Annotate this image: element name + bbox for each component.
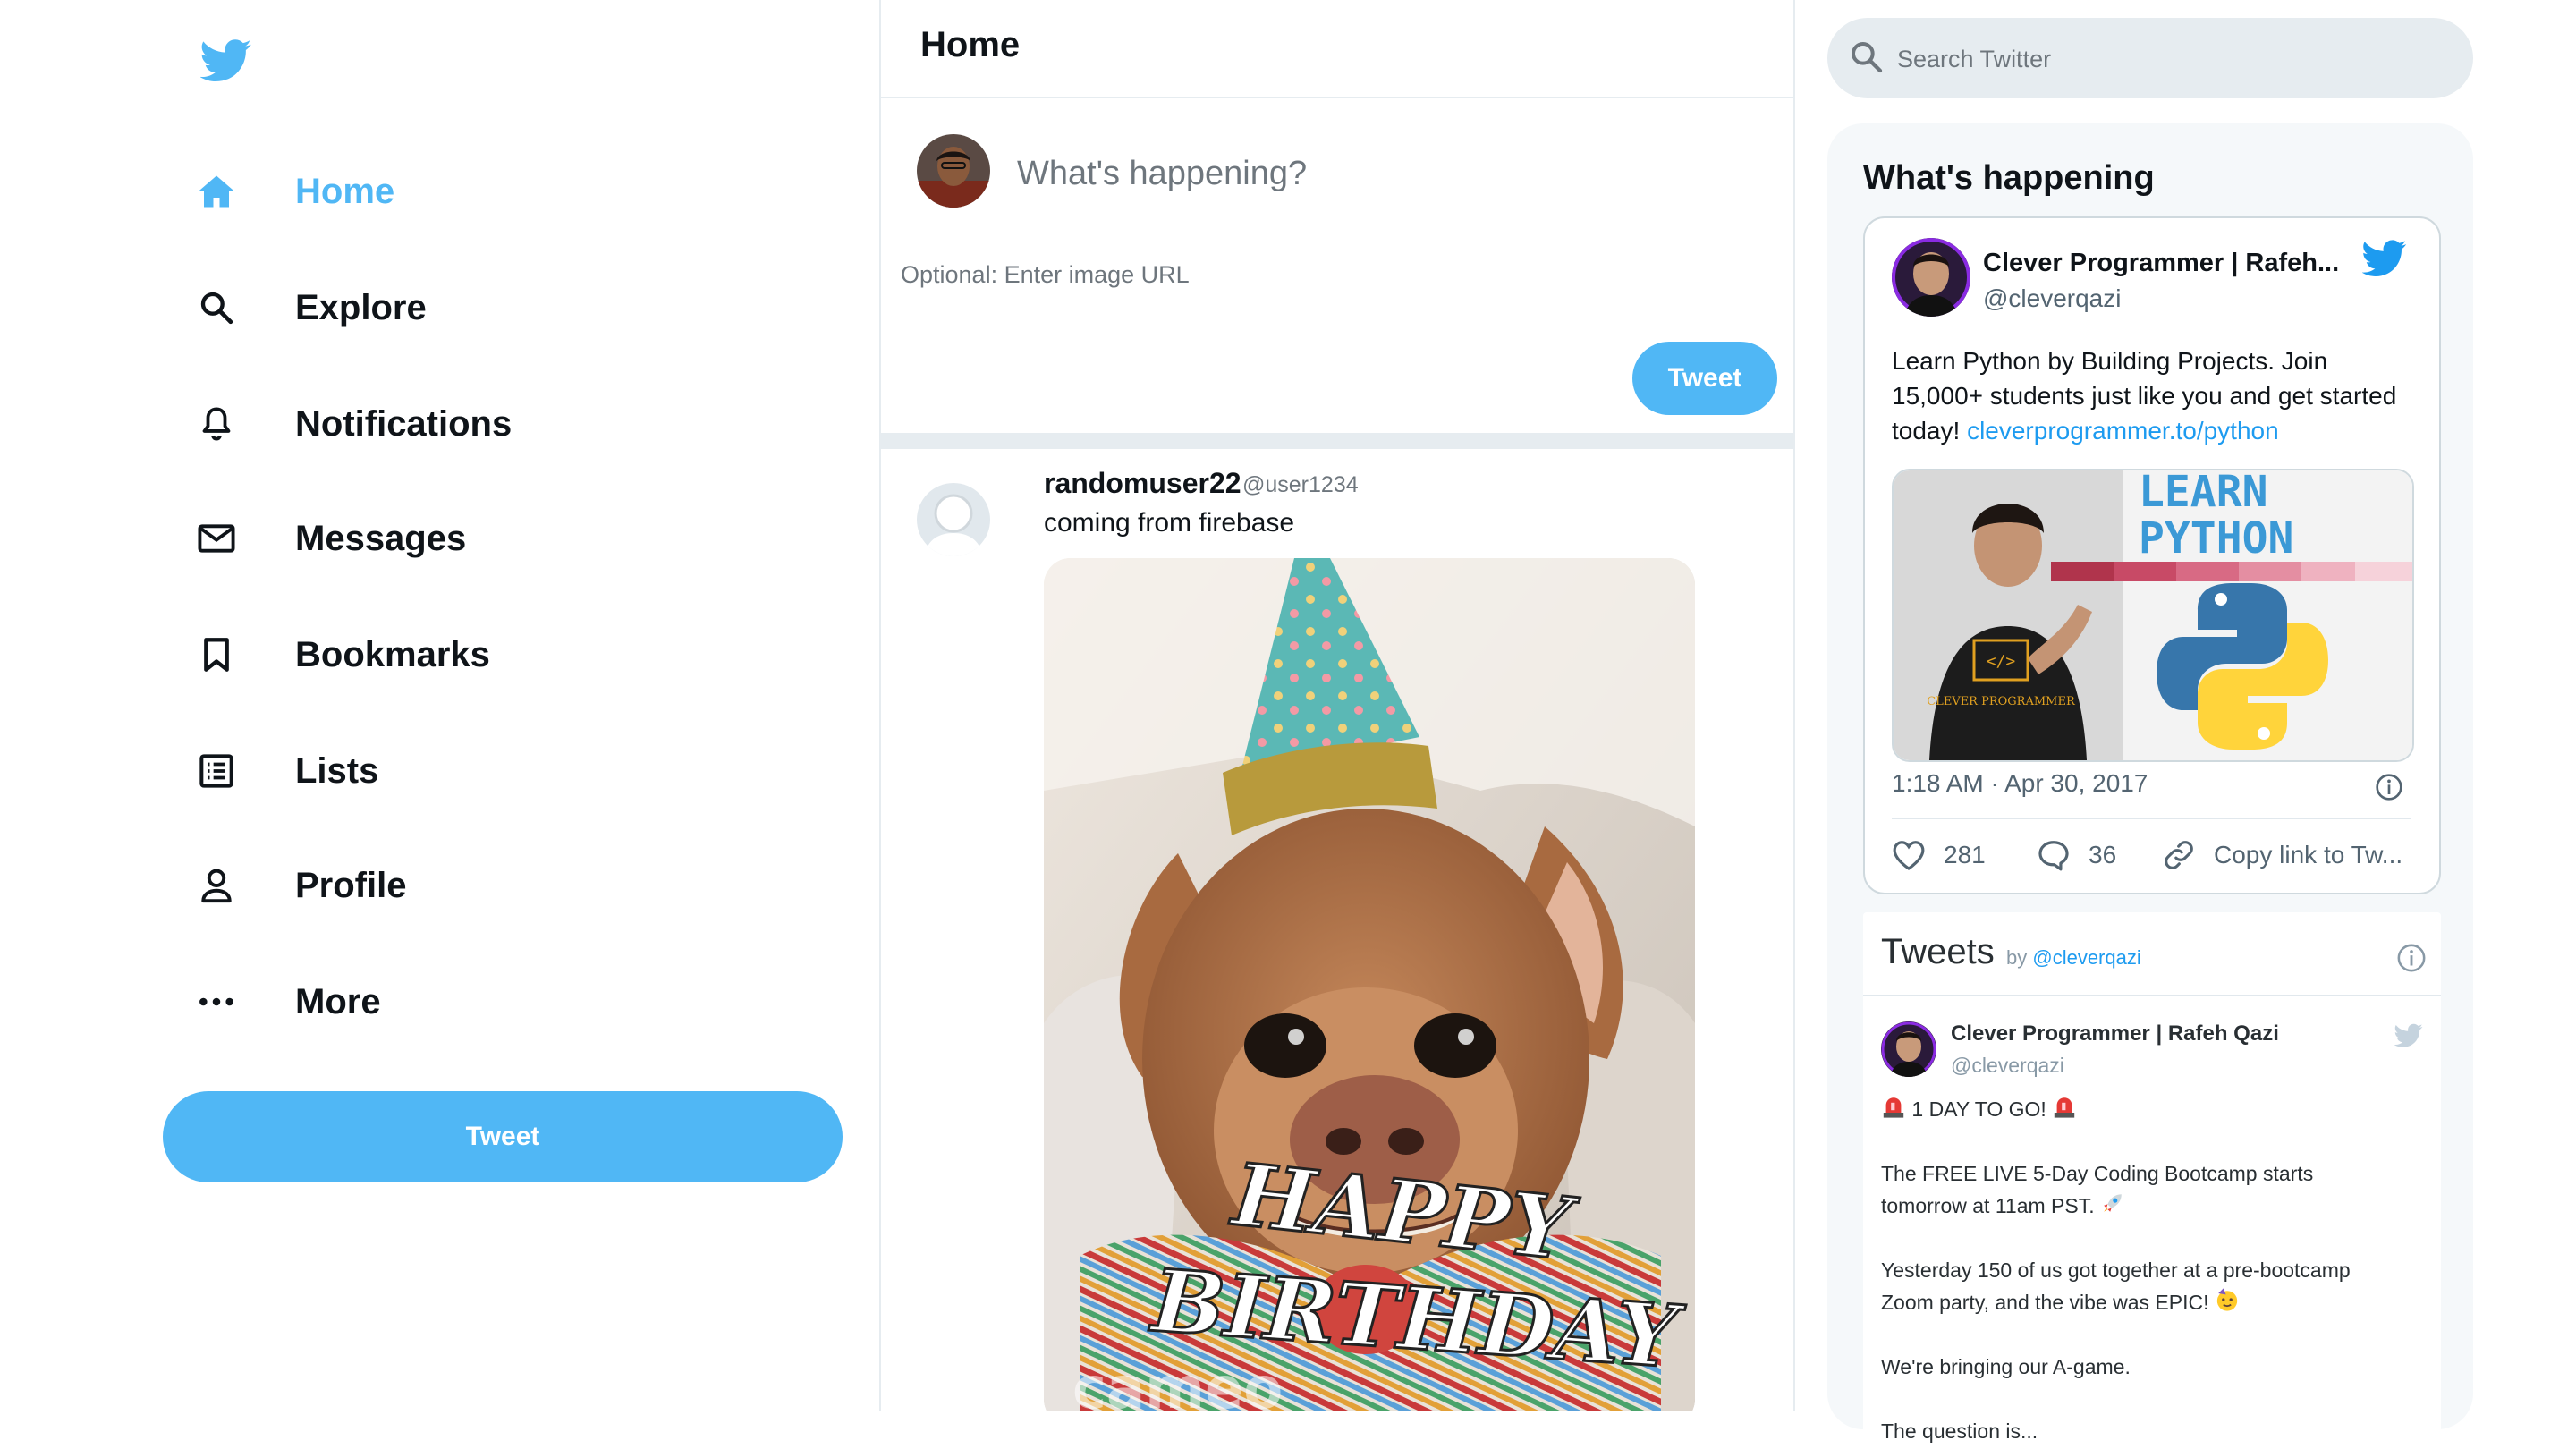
sidebar-item-label: Lists bbox=[295, 750, 379, 791]
person-icon bbox=[197, 866, 236, 905]
image-text-learn: LEARN bbox=[2139, 470, 2268, 517]
timeline-title: Tweets bbox=[1881, 932, 1995, 971]
sidebar-item-bookmarks[interactable]: Bookmarks bbox=[197, 623, 490, 687]
party-face-icon bbox=[2215, 1287, 2240, 1312]
post-handle: @user1234 bbox=[1242, 472, 1359, 497]
search-icon bbox=[1849, 39, 1886, 77]
reply-count: 36 bbox=[2089, 841, 2117, 869]
more-icon bbox=[197, 982, 236, 1021]
tweet-button[interactable]: Tweet bbox=[163, 1091, 843, 1182]
post[interactable]: randomuser22 @user1234 coming from fireb… bbox=[881, 449, 1793, 1411]
link-icon bbox=[2162, 838, 2214, 872]
like-count: 281 bbox=[1944, 841, 1986, 869]
sidebar-item-notifications[interactable]: Notifications bbox=[197, 392, 512, 456]
list-icon bbox=[197, 751, 236, 791]
timeline-by: by @cleverqazi bbox=[2006, 946, 2141, 969]
siren-icon bbox=[1881, 1094, 1906, 1119]
home-icon bbox=[197, 172, 236, 211]
timeline-tweet-name[interactable]: Clever Programmer | Rafeh Qazi bbox=[1951, 1021, 2279, 1046]
search-input[interactable] bbox=[1895, 36, 2436, 82]
post-display-name[interactable]: randomuser22 bbox=[1044, 467, 1241, 500]
embed-image[interactable]: </> CLEVER PROGRAMMER LEARN PYTHON bbox=[1892, 469, 2414, 762]
copy-link-button[interactable]: Copy link to Tw... bbox=[2162, 835, 2402, 875]
rocket-icon bbox=[2100, 1191, 2125, 1216]
like-button[interactable]: 281 bbox=[1892, 835, 1986, 875]
timeline-tweet-line: The question is... bbox=[1881, 1419, 2038, 1443]
twitter-bird-icon[interactable] bbox=[200, 39, 252, 82]
embedded-timeline: Tweets by @cleverqazi Clever Programmer … bbox=[1863, 912, 2441, 1449]
avatar[interactable] bbox=[917, 483, 990, 556]
feed-divider bbox=[881, 433, 1793, 449]
embed-display-name[interactable]: Clever Programmer | Rafeh... bbox=[1983, 249, 2339, 278]
compose-tweet-button[interactable]: Tweet bbox=[1632, 342, 1777, 415]
feed-header: Home bbox=[881, 0, 1793, 98]
heart-icon bbox=[1892, 839, 1944, 871]
image-url-input[interactable] bbox=[899, 254, 1707, 295]
post-image[interactable]: HAPPY BIRTHDAY cameo bbox=[1044, 558, 1695, 1411]
avatar[interactable] bbox=[1892, 238, 1970, 317]
sidebar-item-label: Messages bbox=[295, 518, 467, 558]
sidebar-item-label: Profile bbox=[295, 865, 407, 905]
timeline-tweet-line: tomorrow at 11am PST. bbox=[1881, 1190, 2418, 1222]
timeline-tweet-line: The FREE LIVE 5-Day Coding Bootcamp star… bbox=[1881, 1162, 2314, 1185]
sidebar-item-messages[interactable]: Messages bbox=[197, 506, 466, 571]
bell-icon bbox=[197, 404, 236, 444]
siren-icon bbox=[2052, 1094, 2077, 1119]
sidebar-item-label: Bookmarks bbox=[295, 634, 490, 674]
embed-link[interactable]: cleverprogrammer.to/python bbox=[1967, 417, 2279, 445]
sidebar-item-label: Home bbox=[295, 171, 395, 211]
timeline-tweet-line: Zoom party, and the vibe was EPIC! bbox=[1881, 1286, 2418, 1318]
timeline-tweet-handle[interactable]: @cleverqazi bbox=[1951, 1054, 2064, 1078]
sidebar-item-more[interactable]: More bbox=[197, 970, 381, 1034]
widgets-panel: What's happening Clever Programmer | Raf… bbox=[1827, 123, 2473, 1449]
sidebar-item-explore[interactable]: Explore bbox=[197, 275, 427, 340]
embed-text: Learn Python by Building Projects. Join … bbox=[1892, 347, 2397, 445]
timeline-header: Tweets by @cleverqazi bbox=[1863, 912, 2441, 996]
embed-timestamp[interactable]: 1:18 AM · Apr 30, 2017 bbox=[1892, 769, 2148, 798]
sidebar: Home Explore Notifications Messages Book… bbox=[0, 0, 877, 1411]
timeline-tweet-line: 1 DAY TO GO! bbox=[1881, 1093, 2418, 1125]
image-text-python: PYTHON bbox=[2139, 513, 2293, 564]
twitter-bird-icon[interactable] bbox=[2362, 240, 2407, 277]
copy-link-label: Copy link to Tw... bbox=[2214, 841, 2403, 869]
info-icon[interactable] bbox=[2396, 943, 2427, 973]
shirt-code: </> bbox=[1987, 652, 2016, 671]
search-bar[interactable] bbox=[1827, 18, 2473, 98]
timeline-tweet-line: Yesterday 150 of us got together at a pr… bbox=[1881, 1258, 2351, 1282]
bookmark-icon bbox=[197, 635, 236, 674]
widgets-title: What's happening bbox=[1863, 159, 2155, 197]
compose-input[interactable] bbox=[1015, 141, 1734, 206]
post-text: coming from firebase bbox=[1044, 508, 1295, 538]
info-icon[interactable] bbox=[2375, 773, 2403, 801]
sidebar-item-label: Notifications bbox=[295, 403, 513, 444]
embed-handle[interactable]: @cleverqazi bbox=[1983, 284, 2121, 313]
sidebar-item-home[interactable]: Home bbox=[197, 159, 394, 224]
mail-icon bbox=[197, 519, 236, 558]
shirt-text: CLEVER PROGRAMMER bbox=[1927, 695, 2076, 708]
sidebar-item-lists[interactable]: Lists bbox=[197, 739, 378, 803]
sidebar-item-profile[interactable]: Profile bbox=[197, 853, 406, 918]
embedded-tweet[interactable]: Clever Programmer | Rafeh... @cleverqazi… bbox=[1863, 216, 2441, 894]
twitter-bird-icon[interactable] bbox=[2394, 1023, 2423, 1048]
divider bbox=[1892, 818, 2411, 819]
avatar[interactable] bbox=[1881, 1021, 1936, 1077]
search-icon bbox=[197, 288, 236, 327]
sidebar-item-label: More bbox=[295, 981, 381, 1021]
timeline-by-link[interactable]: @cleverqazi bbox=[2032, 946, 2140, 969]
avatar[interactable] bbox=[917, 134, 990, 208]
timeline-tweet-line: We're bringing our A-game. bbox=[1881, 1355, 2131, 1378]
feed: Home Tweet randomuser22 @user1234 coming… bbox=[879, 0, 1795, 1411]
media-watermark: cameo bbox=[1072, 1356, 1283, 1411]
sidebar-item-label: Explore bbox=[295, 287, 427, 327]
reply-button[interactable]: 36 bbox=[2037, 835, 2116, 875]
page-title: Home bbox=[920, 25, 1021, 64]
reply-icon bbox=[2037, 839, 2089, 871]
